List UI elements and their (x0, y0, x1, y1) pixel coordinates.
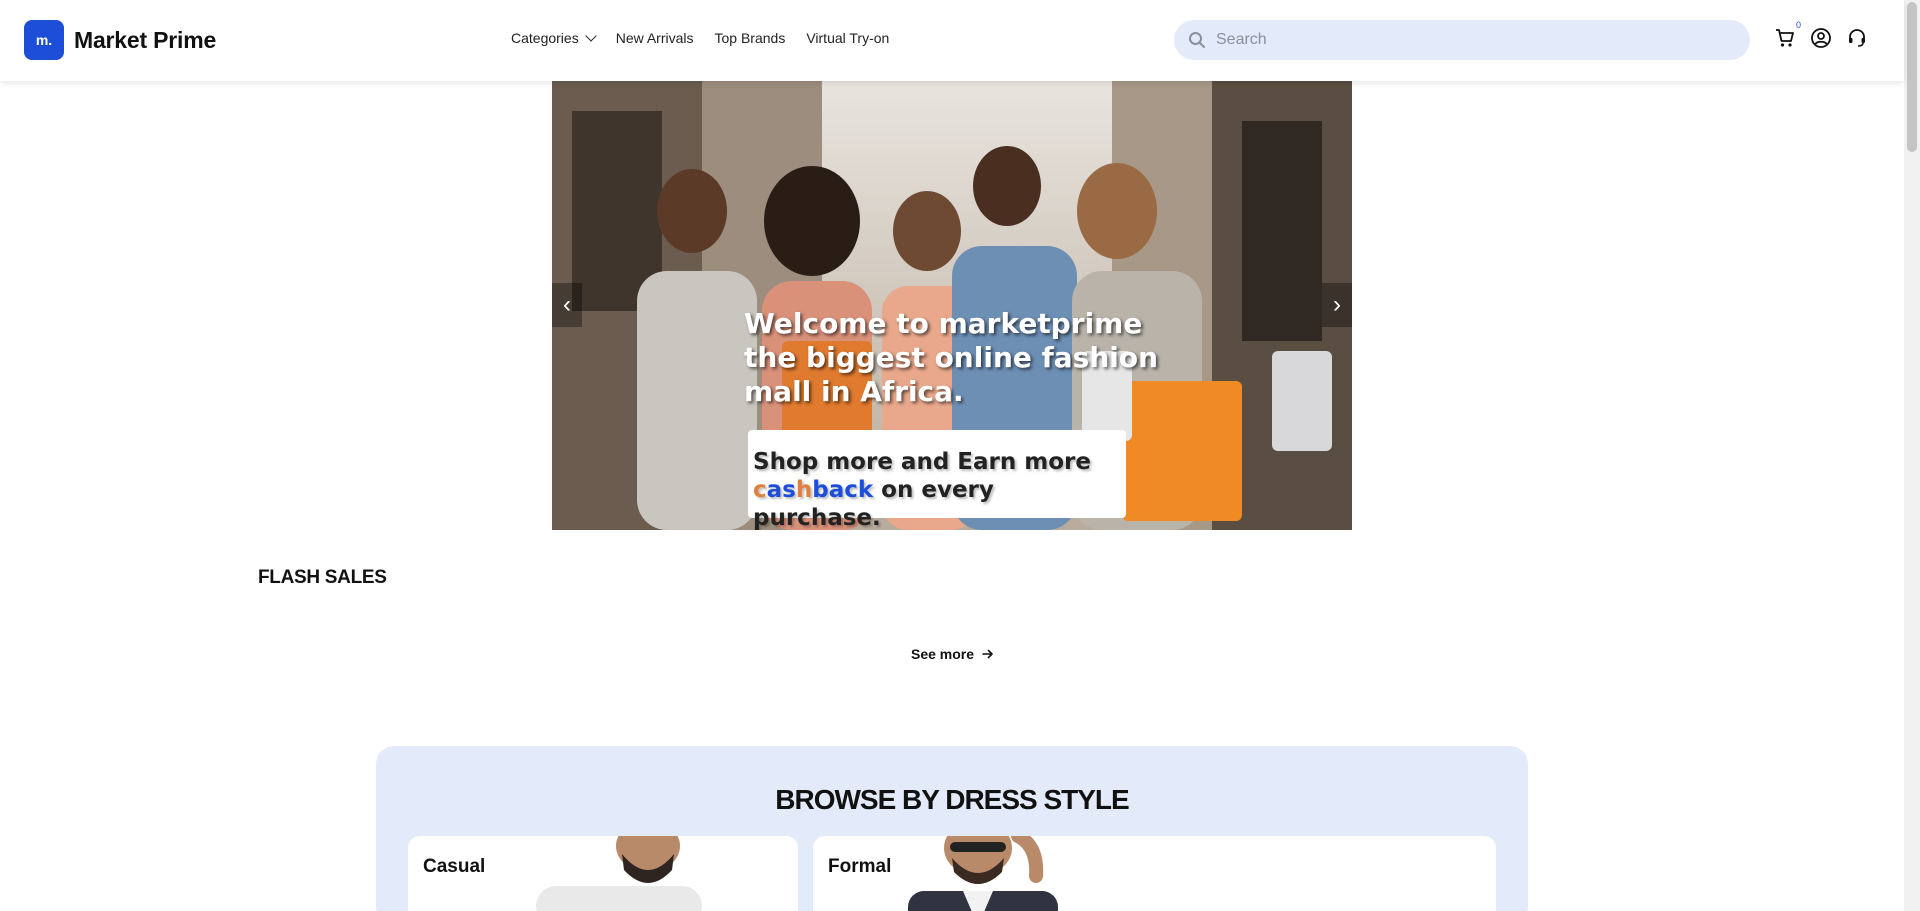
page: m. Market Prime Categories New Arrivals … (0, 0, 1920, 911)
arrow-right-icon (982, 649, 993, 659)
search-input[interactable] (1216, 31, 1716, 49)
nav-new-arrivals[interactable]: New Arrivals (616, 30, 694, 46)
scrollbar-thumb[interactable] (1907, 2, 1917, 152)
cart-icon[interactable]: 0 (1774, 20, 1801, 49)
cashback-letter-c: c (753, 477, 767, 503)
brand-name: Market Prime (74, 26, 217, 53)
see-more-link[interactable]: See more (911, 646, 994, 662)
nav-categories[interactable]: Categories (511, 30, 597, 46)
hero-title: Welcome to marketprime the biggest onlin… (744, 307, 1159, 408)
cashback-promo-box: Shop more and Earn more cashback on ever… (748, 430, 1126, 530)
nav-categories-label: Categories (511, 30, 579, 46)
search-icon (1188, 31, 1206, 49)
logo-mark: m. (24, 20, 64, 60)
nav-new-arrivals-label: New Arrivals (615, 30, 694, 46)
promo-line-1: Shop more and Earn more (753, 449, 1091, 475)
carousel-prev-button[interactable]: ‹ (552, 283, 582, 327)
see-more-label: See more (911, 646, 975, 662)
flash-sales-heading: FLASH SALES (258, 567, 387, 588)
header-actions: 0 (1774, 20, 1868, 49)
page-scrollbar[interactable] (1904, 0, 1920, 911)
carousel-next-button[interactable]: › (1322, 283, 1352, 327)
nav-virtual-try-on-label: Virtual Try-on (806, 30, 890, 46)
top-navbar: m. Market Prime Categories New Arrivals … (0, 0, 1904, 81)
cart-count-badge: 0 (1795, 20, 1801, 30)
user-icon[interactable] (1810, 27, 1832, 49)
browse-by-dress-style-section: BROWSE BY DRESS STYLE Casual Formal (376, 746, 1528, 911)
chevron-down-icon (585, 30, 597, 42)
formal-model-image (908, 836, 1058, 911)
hero-carousel: ‹ › Welcome to marketprime the biggest o… (552, 81, 1352, 530)
logo[interactable]: m. Market Prime (24, 20, 216, 60)
style-label-casual: Casual (423, 856, 486, 877)
nav-top-brands-label: Top Brands (714, 30, 786, 46)
style-card-formal[interactable]: Formal (813, 836, 1496, 911)
promo-line-2: cashback on every purchase. (753, 476, 1126, 530)
cashback-letters-as: as (766, 477, 796, 503)
nav-virtual-try-on[interactable]: Virtual Try-on (806, 30, 889, 46)
cashback-letter-h: h (795, 477, 813, 503)
casual-model-image (536, 836, 702, 911)
browse-heading: BROWSE BY DRESS STYLE (775, 784, 1129, 815)
search-bar[interactable] (1174, 20, 1750, 60)
cashback-letters-back: back (812, 477, 874, 503)
nav-top-brands[interactable]: Top Brands (715, 30, 786, 46)
main-nav: Categories New Arrivals Top Brands Virtu… (511, 30, 889, 46)
headset-icon[interactable] (1846, 27, 1868, 49)
style-card-casual[interactable]: Casual (408, 836, 798, 911)
